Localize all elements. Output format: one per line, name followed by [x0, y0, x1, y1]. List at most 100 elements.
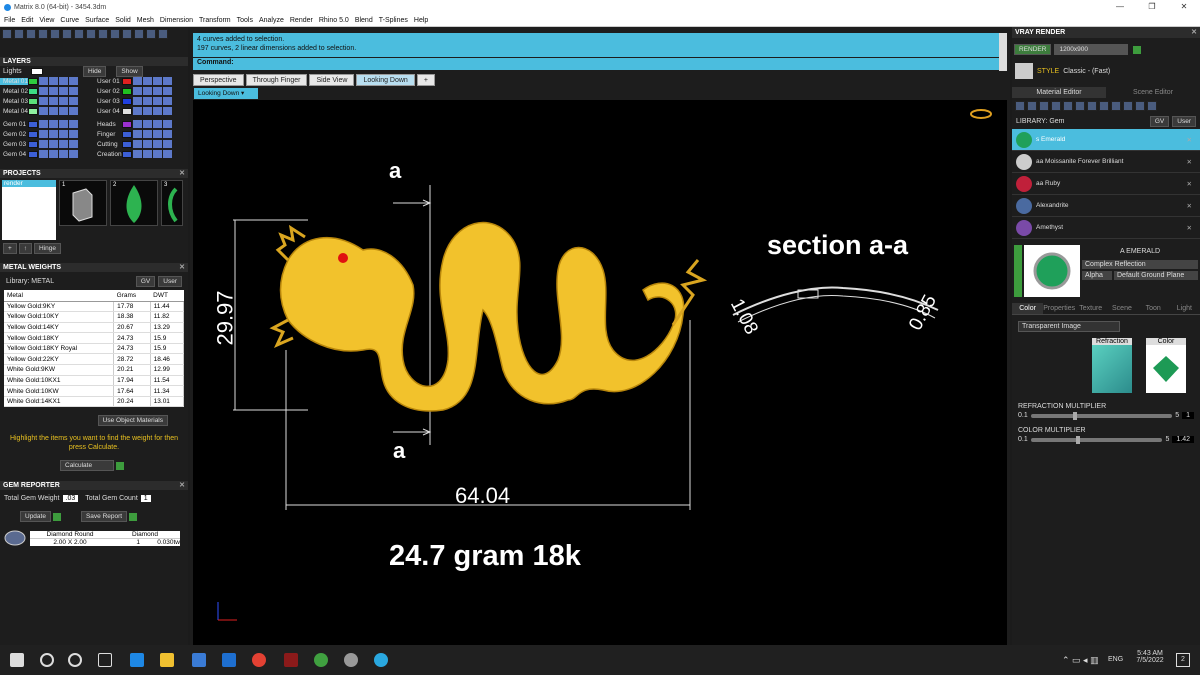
layer-row[interactable]: Metal 01 — [0, 76, 94, 86]
layer-toggle-icon[interactable] — [39, 107, 48, 115]
menu-item-help[interactable]: Help — [414, 17, 428, 24]
mail-icon[interactable] — [222, 653, 236, 667]
render-button[interactable]: RENDER — [1014, 44, 1052, 55]
menu-item-analyze[interactable]: Analyze — [259, 17, 284, 24]
language-indicator[interactable]: ENG — [1108, 656, 1123, 663]
layer-row[interactable]: Heads — [94, 119, 188, 129]
layer-row[interactable]: Metal 03 — [0, 96, 94, 106]
tool-icon[interactable] — [158, 29, 168, 39]
layer-toggle-icon[interactable] — [133, 150, 142, 158]
layer-row[interactable]: Gem 04 — [0, 149, 94, 159]
add-project-button[interactable]: + — [3, 243, 17, 254]
layer-toggle-icon[interactable] — [133, 87, 142, 95]
tool-icon[interactable] — [1063, 101, 1073, 111]
menu-item-edit[interactable]: Edit — [21, 17, 33, 24]
layer-toggle-icon[interactable] — [163, 107, 172, 115]
hide-button[interactable]: Hide — [83, 65, 107, 77]
app-icon[interactable] — [344, 653, 358, 667]
tool-icon[interactable] — [110, 29, 120, 39]
maximize-button[interactable]: ❐ — [1136, 0, 1168, 14]
layer-toggle-icon[interactable] — [133, 140, 142, 148]
command-scrollbar[interactable] — [999, 33, 1007, 71]
alpha-field[interactable]: Alpha — [1082, 271, 1112, 280]
tab-properties[interactable]: Properties — [1043, 303, 1075, 314]
tab-color[interactable]: Color — [1012, 303, 1044, 314]
layer-color-swatch[interactable] — [28, 107, 38, 115]
menu-item-view[interactable]: View — [39, 17, 54, 24]
layer-row[interactable]: Gem 03 — [0, 139, 94, 149]
layer-toggle-icon[interactable] — [133, 97, 142, 105]
gv-button[interactable]: GV — [135, 275, 156, 287]
layer-toggle-icon[interactable] — [153, 107, 162, 115]
tool-icon[interactable] — [2, 29, 12, 39]
tab-through-finger[interactable]: Through Finger — [245, 74, 308, 86]
tab-light[interactable]: Light — [1169, 303, 1200, 314]
resolution-go-icon[interactable] — [1133, 45, 1142, 54]
tab-scene-editor[interactable]: Scene Editor — [1106, 87, 1200, 98]
tool-icon[interactable] — [1027, 101, 1037, 111]
layer-toggle-icon[interactable] — [143, 87, 152, 95]
layer-row[interactable]: Creation — [94, 149, 188, 159]
remove-material-icon[interactable]: ✕ — [1187, 158, 1192, 166]
table-row[interactable]: Yellow Gold:10KY 18.38 11.82 — [4, 311, 185, 323]
material-item[interactable]: Alexandrite ✕ — [1012, 195, 1200, 217]
tray-icons[interactable]: ⌃ ▭ ◂ ▥ — [1062, 655, 1099, 666]
layer-toggle-icon[interactable] — [49, 120, 58, 128]
user-button[interactable]: User — [1172, 116, 1196, 127]
layer-toggle-icon[interactable] — [153, 150, 162, 158]
project-thumb-2[interactable]: 2 — [110, 180, 158, 226]
layer-toggle-icon[interactable] — [153, 120, 162, 128]
menu-item-surface[interactable]: Surface — [85, 17, 109, 24]
layer-toggle-icon[interactable] — [69, 140, 78, 148]
layer-toggle-icon[interactable] — [49, 130, 58, 138]
layer-color-swatch[interactable] — [122, 87, 132, 95]
layer-color-swatch[interactable] — [122, 150, 132, 158]
layer-toggle-icon[interactable] — [133, 77, 142, 85]
show-button[interactable]: Show — [116, 65, 143, 77]
gem-row[interactable]: Diamond Round Diamond 2.00 X 2.00 1 0.030tw — [0, 526, 188, 550]
close-icon[interactable]: ✕ — [179, 481, 185, 490]
layer-toggle-icon[interactable] — [163, 77, 172, 85]
command-input[interactable]: Command: — [193, 58, 999, 70]
layer-row[interactable]: Metal 02 — [0, 86, 94, 96]
table-row[interactable]: White Gold:9KW 20.21 12.99 — [4, 364, 185, 376]
refraction-slot[interactable]: Refraction — [1092, 338, 1132, 393]
minimize-button[interactable]: — — [1104, 0, 1136, 14]
layer-toggle-icon[interactable] — [163, 150, 172, 158]
layer-toggle-icon[interactable] — [69, 87, 78, 95]
task-view-icon[interactable] — [98, 653, 112, 667]
layer-toggle-icon[interactable] — [69, 130, 78, 138]
viewport[interactable]: a a 29.97 64.04 section a-a 1.08 0.85 24… — [193, 100, 1007, 645]
ring-preview-icon[interactable] — [969, 108, 993, 120]
layer-toggle-icon[interactable] — [49, 107, 58, 115]
col-dwt[interactable]: DWT — [150, 290, 184, 302]
gv-button[interactable]: GV — [1149, 116, 1170, 127]
update-go-icon[interactable] — [52, 512, 61, 521]
layer-color-swatch[interactable] — [28, 130, 38, 138]
layer-toggle-icon[interactable] — [39, 120, 48, 128]
layer-toggle-icon[interactable] — [163, 87, 172, 95]
tab-toon[interactable]: Toon — [1138, 303, 1169, 314]
tool-icon[interactable] — [1123, 101, 1133, 111]
table-row[interactable]: Yellow Gold:18KY 24.73 15.9 — [4, 332, 185, 344]
lights-swatch[interactable] — [31, 67, 43, 75]
menu-item-t-splines[interactable]: T-Splines — [379, 17, 408, 24]
tool-icon[interactable] — [1015, 101, 1025, 111]
layer-row[interactable]: User 02 — [94, 86, 188, 96]
cortana-icon[interactable] — [68, 653, 82, 667]
material-item[interactable]: aa Moissanite Forever Brilliant ✕ — [1012, 151, 1200, 173]
table-row[interactable]: Yellow Gold:22KY 28.72 18.46 — [4, 353, 185, 366]
layer-toggle-icon[interactable] — [163, 130, 172, 138]
table-row[interactable]: White Gold:10KW 17.64 11.34 — [4, 385, 185, 397]
up-project-button[interactable]: ↑ — [18, 243, 33, 254]
layer-toggle-icon[interactable] — [49, 150, 58, 158]
tool-icon[interactable] — [14, 29, 24, 39]
tool-icon[interactable] — [98, 29, 108, 39]
use-object-materials-button[interactable]: Use Object Materials — [97, 415, 168, 427]
layer-toggle-icon[interactable] — [59, 97, 68, 105]
save-go-icon[interactable] — [129, 512, 138, 521]
save-report-button[interactable]: Save Report — [80, 511, 128, 523]
layer-toggle-icon[interactable] — [59, 87, 68, 95]
transparent-image-select[interactable]: Transparent Image — [1018, 321, 1120, 332]
layer-row[interactable]: User 01 — [94, 76, 188, 86]
